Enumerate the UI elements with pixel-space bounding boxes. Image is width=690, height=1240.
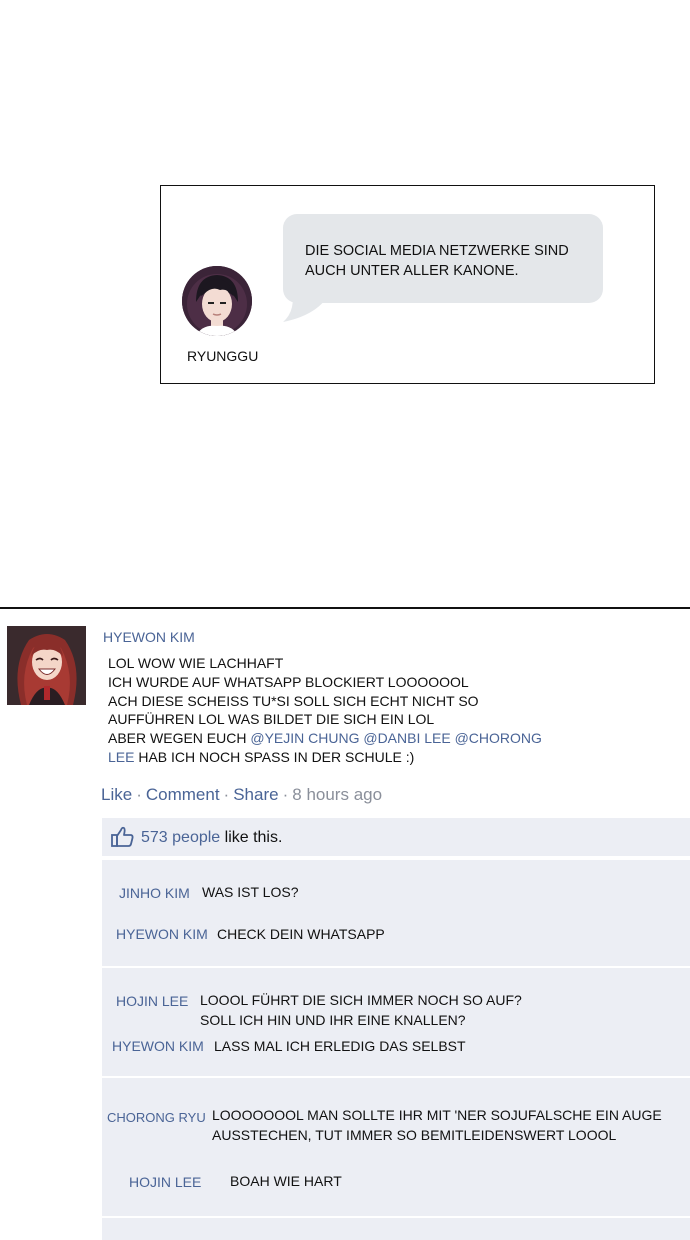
comment-text: CHECK DEIN WHATSAPP [217, 926, 385, 942]
likes-bar: 573 people like this. [102, 818, 690, 857]
comment-author[interactable]: HYEWON KIM [116, 926, 208, 942]
chat-panel: RYUNGGU DIE SOCIAL MEDIA NETZWERKE SIND A… [160, 185, 655, 384]
post-author[interactable]: HYEWON KIM [103, 629, 195, 645]
post-line-6-text: HAB ICH NOCH SPASS IN DER SCHULE :) [134, 748, 415, 765]
comment-text: LOOOOOOOL MAN SOLLTE IHR MIT 'NER SOJUFA… [212, 1106, 662, 1145]
likes-count-link[interactable]: 573 people [141, 829, 220, 846]
thumbs-up-icon[interactable] [111, 826, 135, 848]
comment-text-line: LOOOOOOOL MAN SOLLTE IHR MIT 'NER SOJUFA… [212, 1107, 662, 1123]
post-line: LEE HAB ICH NOCH SPASS IN DER SCHULE :) [108, 748, 668, 767]
post-body: LOL WOW WIE LACHHAFT ICH WURDE AUF WHATS… [108, 654, 668, 767]
speech-bubble-tail [283, 286, 333, 322]
post-line-5-text: ABER WEGEN EUCH [108, 730, 251, 747]
comment-text: BOAH WIE HART [230, 1173, 342, 1189]
comment-text: WAS IST LOS? [202, 884, 299, 900]
comment-thread: CHORONG RYU LOOOOOOOL MAN SOLLTE IHR MIT… [102, 1078, 690, 1216]
speech-line-1: DIE SOCIAL MEDIA NETZWERKE SIND [305, 243, 569, 259]
ryunggu-name: RYUNGGU [187, 348, 259, 364]
comment-text-line: LOOOL FÜHRT DIE SICH IMMER NOCH SO AUF? [200, 992, 522, 1008]
action-separator: · [136, 785, 142, 804]
comment-link[interactable]: Comment [146, 785, 220, 804]
post-line: ICH WURDE AUF WHATSAPP BLOCKIERT LOOOOOO… [108, 673, 469, 690]
ryunggu-avatar [182, 266, 252, 336]
action-separator: · [282, 785, 289, 804]
comment-text: LASS MAL ICH ERLEDIG DAS SELBST [214, 1038, 466, 1054]
post-timestamp[interactable]: 8 hours ago [292, 785, 382, 804]
post-line: ACH DIESE SCHEISS TU*SI SOLL SICH ECHT N… [108, 692, 479, 709]
post-line: AUFFÜHREN LOL WAS BILDET DIE SICH EIN LO… [108, 711, 435, 728]
comment-author[interactable]: JINHO KIM [119, 885, 190, 901]
comment-author[interactable]: HOJIN LEE [129, 1174, 201, 1190]
post-mentions[interactable]: @YEJIN CHUNG @DANBI LEE @CHORONG [250, 730, 542, 746]
comment-author[interactable]: CHORONG RYU [107, 1110, 206, 1125]
speech-line-2: AUCH UNTER ALLER KANONE. [305, 263, 519, 279]
comment-author[interactable]: HYEWON KIM [112, 1038, 204, 1054]
post-actions: Like · Comment · Share · 8 hours ago [101, 785, 382, 805]
comment-author[interactable]: HOJIN LEE [116, 993, 188, 1009]
comment-text-line: SOLL ICH HIN UND IHR EINE KNALLEN? [200, 1011, 466, 1028]
action-separator: · [223, 785, 230, 804]
post-mention-lee[interactable]: LEE [108, 749, 134, 765]
speech-bubble-text: DIE SOCIAL MEDIA NETZWERKE SIND AUCH UNTE… [305, 241, 581, 281]
comment-thread: JINHO KIM WAS IST LOS? HYEWON KIM CHECK … [102, 860, 690, 966]
post-line: LOL WOW WIE LACHHAFT [108, 655, 284, 671]
comment-thread: HOJIN LEE LOOOL FÜHRT DIE SICH IMMER NOC… [102, 968, 690, 1076]
comment-text: LOOOL FÜHRT DIE SICH IMMER NOCH SO AUF? S… [200, 991, 522, 1030]
feed-divider [0, 607, 690, 609]
likes-summary: 573 people like this. [141, 829, 282, 847]
post-line: ABER WEGEN EUCH @YEJIN CHUNG @DANBI LEE … [108, 729, 668, 748]
share-link[interactable]: Share [233, 785, 278, 804]
likes-rest-text: like this. [220, 829, 283, 846]
like-link[interactable]: Like [101, 785, 132, 804]
comment-text-line: AUSSTECHEN, TUT IMMER SO BEMITLEIDENSWER… [212, 1126, 617, 1143]
comment-thread-partial [102, 1218, 690, 1240]
hyewon-kim-avatar[interactable] [7, 626, 86, 705]
